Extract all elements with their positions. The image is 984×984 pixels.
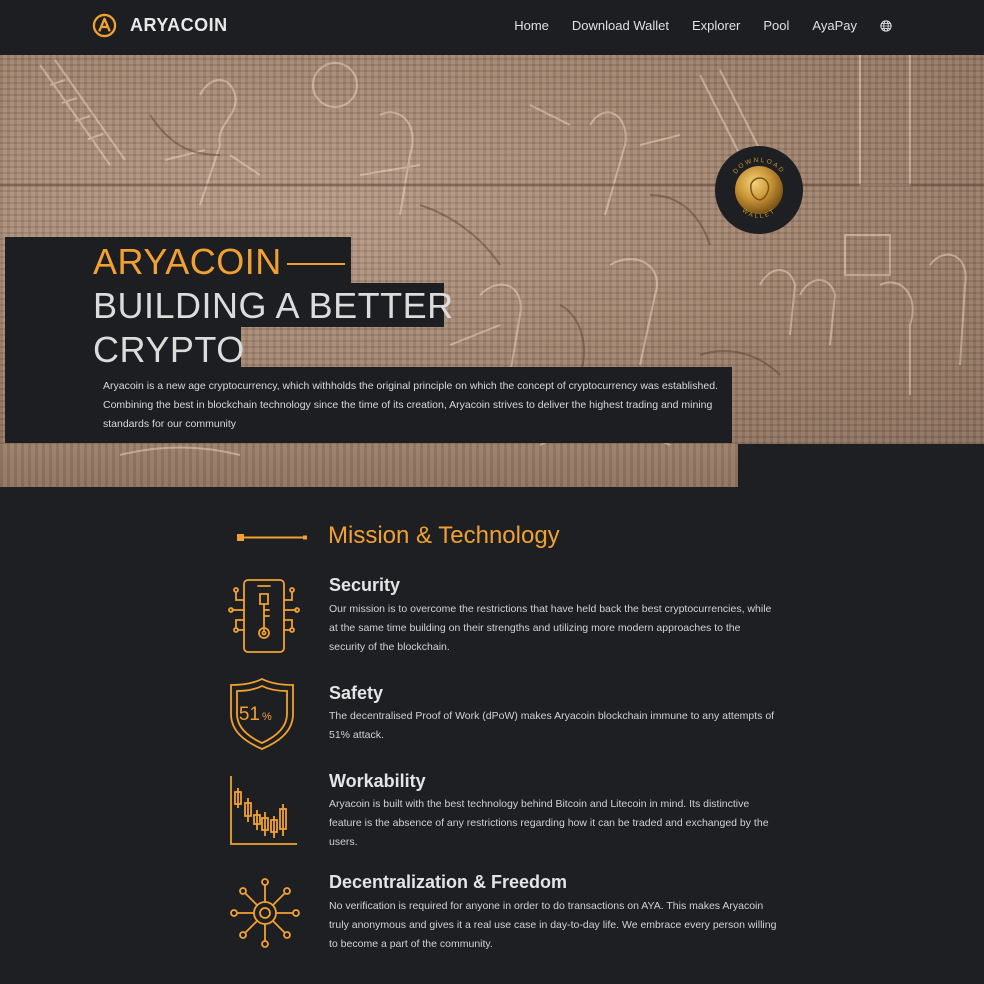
hero-title-dash	[287, 263, 345, 265]
shield-percent-sign: %	[262, 711, 272, 723]
feature-text-decentralization: No verification is required for anyone i…	[329, 900, 777, 950]
phone-key-icon	[228, 579, 300, 653]
hero-title-line-3: CRYPTO	[93, 329, 245, 370]
feature-title-security: Security	[329, 575, 401, 595]
gold-coin-icon: DOWNLOAD WALLET	[732, 157, 784, 220]
top-navbar: ARYACOIN Home Download Wallet Explorer P…	[0, 0, 984, 55]
feature-text-workability: Aryacoin is built with the best technolo…	[329, 798, 769, 848]
hero-description: Aryacoin is a new age cryptocurrency, wh…	[103, 380, 718, 430]
section-title-line-icon	[237, 534, 307, 541]
candlestick-chart-icon	[230, 776, 297, 845]
hero-title-line-2: BUILDING A BETTER	[93, 285, 454, 326]
aryacoin-logo-icon[interactable]	[92, 13, 117, 38]
hero-section: ARYACOIN BUILDING A BETTER CRYPTO Aryaco…	[0, 55, 984, 487]
feature-text-security: Our mission is to overcome the restricti…	[329, 603, 772, 653]
feature-title-workability: Workability	[329, 771, 426, 791]
nav-ayapay-link[interactable]: AyaPay	[812, 18, 857, 33]
shield-51-icon: 51 %	[230, 677, 294, 750]
brand-name[interactable]: ARYACOIN	[130, 15, 228, 36]
feature-title-decentralization: Decentralization & Freedom	[329, 872, 568, 892]
main-menu: Home Download Wallet Explorer Pool AyaPa…	[514, 18, 892, 33]
shield-51-number: 51	[239, 704, 260, 725]
nav-pool-link[interactable]: Pool	[763, 18, 789, 33]
globe-icon[interactable]	[880, 19, 892, 32]
nav-explorer-link[interactable]: Explorer	[692, 18, 740, 33]
feature-text-safety: The decentralised Proof of Work (dPoW) m…	[329, 710, 775, 741]
feature-title-safety: Safety	[329, 683, 384, 703]
mission-section-title: Mission & Technology	[328, 522, 560, 549]
network-node-icon	[230, 878, 300, 948]
nav-home-link[interactable]: Home	[514, 18, 549, 33]
download-wallet-badge[interactable]: DOWNLOAD WALLET	[715, 146, 803, 234]
nav-download-wallet-link[interactable]: Download Wallet	[572, 18, 669, 33]
hero-title-accent: ARYACOIN	[93, 241, 282, 282]
